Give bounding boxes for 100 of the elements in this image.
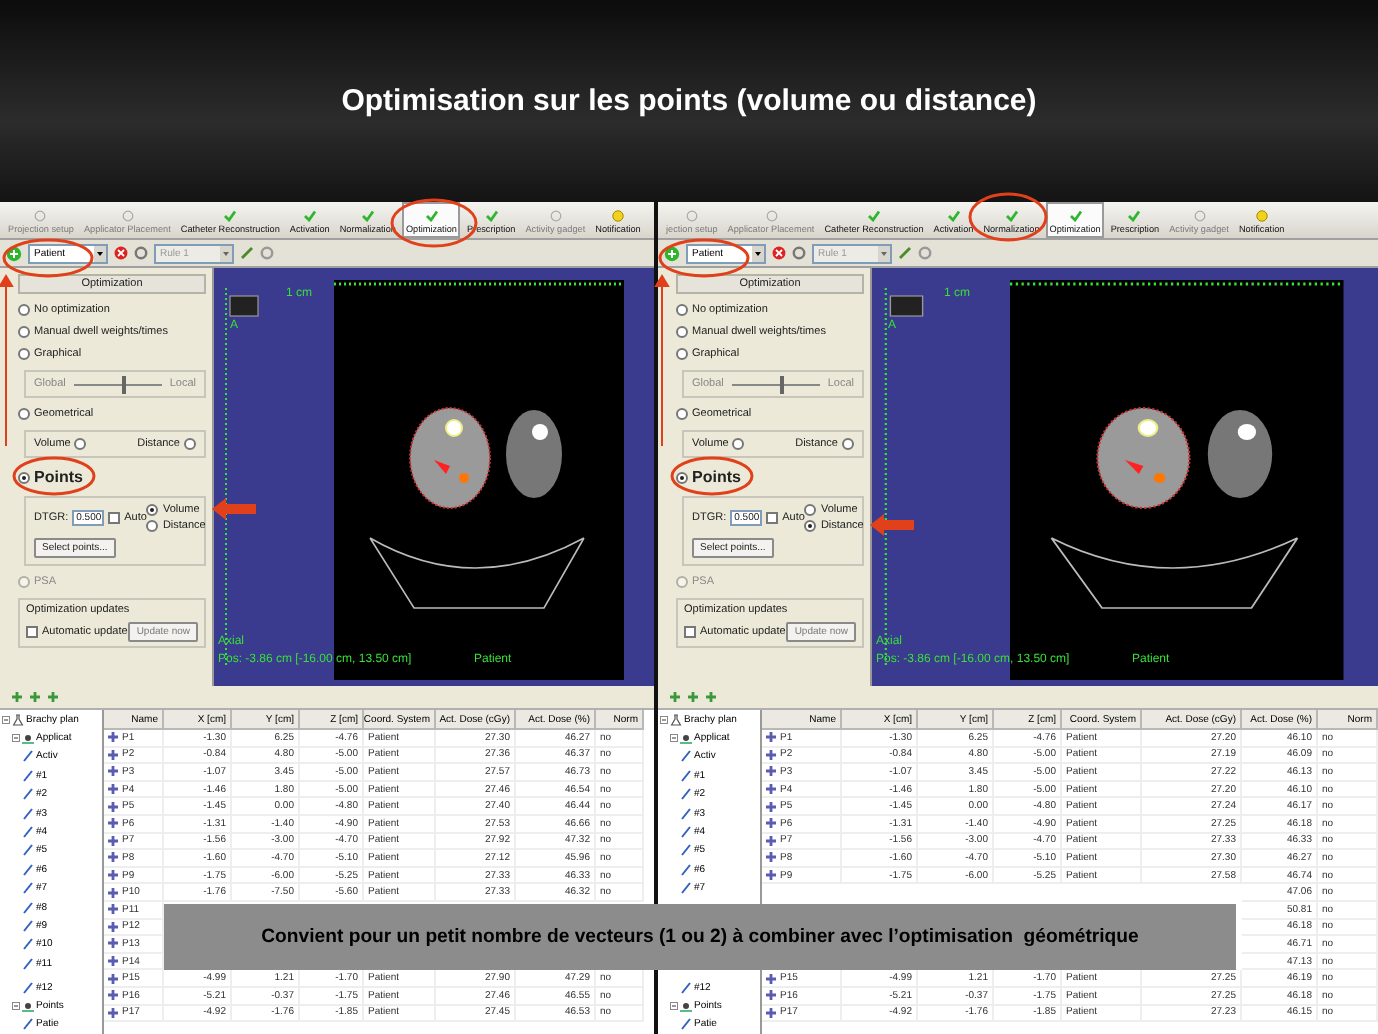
point-icon: [108, 801, 118, 812]
dropdown-arrow-icon: [94, 245, 106, 261]
point-icon: [766, 749, 776, 760]
point-icon: [108, 732, 118, 743]
expander-icon[interactable]: [12, 1001, 20, 1010]
point-icon: [766, 784, 776, 795]
point-icon: [108, 938, 118, 949]
circle-icon: [765, 210, 777, 222]
delete-icon[interactable]: [114, 246, 128, 260]
highlight-ellipse: [12, 456, 96, 496]
point-icon: [108, 852, 118, 863]
radio-button[interactable]: [18, 471, 30, 483]
catheter-icon: [22, 1018, 34, 1031]
slider-thumb[interactable]: [122, 375, 127, 393]
point-icon: [108, 835, 118, 846]
delete-icon[interactable]: [772, 246, 786, 260]
point-icon: [108, 990, 118, 1001]
point-icon: [766, 1007, 776, 1018]
radio-button[interactable]: [18, 408, 30, 420]
check-icon: [425, 210, 438, 222]
circle-icon: [121, 210, 134, 222]
point-icon: [108, 887, 118, 898]
circle-icon: [34, 210, 47, 222]
expander-icon[interactable]: [670, 734, 678, 743]
radio-button[interactable]: [18, 304, 30, 316]
point-icon: [108, 921, 118, 932]
point-icon[interactable]: [30, 692, 40, 702]
check-icon: [947, 210, 960, 222]
expander-icon[interactable]: [2, 715, 10, 724]
point-icon: [766, 973, 776, 984]
radio-button[interactable]: [804, 504, 817, 516]
point-icon: [108, 956, 118, 967]
radio-button[interactable]: [74, 438, 87, 450]
point-icon: [766, 835, 776, 846]
checkbox[interactable]: [108, 512, 121, 524]
point-icon[interactable]: [12, 692, 22, 702]
highlight-ellipse: [658, 238, 750, 278]
node-icon: [680, 732, 692, 745]
radio-button[interactable]: [184, 438, 196, 450]
point-icon: [108, 766, 118, 777]
dropdown-arrow-icon: [220, 245, 232, 261]
highlight-ellipse: [670, 456, 754, 496]
point-icon[interactable]: [706, 692, 716, 702]
point-icon: [108, 784, 118, 795]
flask-icon: [12, 713, 24, 726]
dropdown-arrow-icon: [878, 245, 890, 261]
point-icon: [108, 904, 118, 915]
radio-button[interactable]: [676, 408, 688, 420]
expander-icon[interactable]: [660, 715, 668, 724]
circle-icon: [549, 210, 562, 222]
slider-thumb[interactable]: [780, 375, 785, 393]
point-icon: [766, 732, 776, 743]
expander-icon[interactable]: [670, 1001, 678, 1010]
radio-button[interactable]: [842, 438, 854, 450]
checkbox[interactable]: [766, 512, 779, 524]
arrow-drawing: [869, 514, 914, 536]
point-icon: [108, 973, 118, 984]
check-icon: [361, 210, 374, 222]
node-icon: [22, 999, 34, 1012]
checkbox[interactable]: [26, 626, 38, 638]
check-icon: [1128, 210, 1141, 222]
caption-text: Convient pour un petit nombre de vecteurs (1 ou 2) à combiner avec l’optimisation géométrique: [164, 904, 1236, 970]
slide-title: Optimisation sur les points (volume ou distance): [341, 84, 1037, 118]
check-icon: [867, 210, 880, 222]
node-icon: [22, 732, 34, 745]
radio-button[interactable]: [676, 326, 688, 338]
radio-button[interactable]: [146, 520, 159, 532]
radio-button[interactable]: [732, 438, 745, 450]
circle-icon: [685, 210, 698, 222]
point-icon: [766, 990, 776, 1001]
pencil-icon[interactable]: [898, 246, 912, 260]
radio-button[interactable]: [676, 348, 688, 360]
radio-button[interactable]: [676, 304, 688, 316]
point-icon[interactable]: [688, 692, 698, 702]
point-icon[interactable]: [48, 692, 58, 702]
point-icon: [766, 766, 776, 777]
expander-icon[interactable]: [12, 734, 20, 743]
point-icon: [108, 818, 118, 829]
catheter-icon: [680, 1018, 692, 1031]
radio-label: Points: [692, 468, 741, 486]
check-icon: [1005, 210, 1018, 222]
point-icon: [766, 818, 776, 829]
radio-button[interactable]: [18, 348, 30, 360]
pencil-icon[interactable]: [240, 246, 254, 260]
circle-icon: [1193, 210, 1206, 222]
add-icon[interactable]: [6, 245, 22, 261]
radio-button[interactable]: [676, 471, 688, 483]
point-icon: [766, 852, 776, 863]
check-icon: [224, 210, 237, 222]
check-icon: [303, 210, 316, 222]
radio-button[interactable]: [18, 326, 30, 338]
point-icon[interactable]: [670, 692, 680, 702]
catheter-icon: [680, 981, 692, 994]
arrow-drawing: [211, 498, 256, 520]
radio-button[interactable]: [804, 520, 817, 532]
radio-button[interactable]: [146, 504, 159, 516]
add-icon[interactable]: [664, 245, 680, 261]
checkbox[interactable]: [684, 626, 696, 638]
flask-icon: [670, 713, 682, 726]
point-icon: [766, 801, 776, 812]
